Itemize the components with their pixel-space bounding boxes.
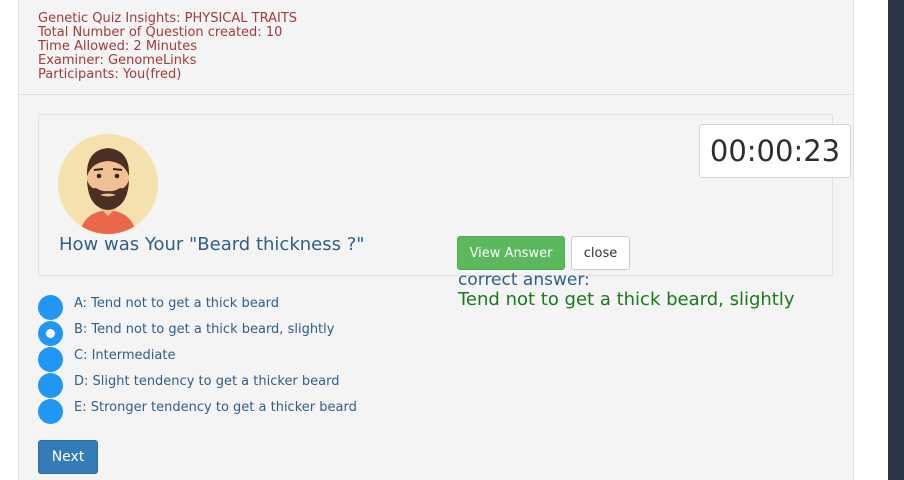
option-b[interactable]: B: Tend not to get a thick beard, slight… [38, 321, 458, 347]
question-text: How was Your "Beard thickness ?" [59, 234, 365, 255]
option-d[interactable]: D: Slight tendency to get a thicker bear… [38, 373, 458, 399]
radio-option-c[interactable] [38, 347, 63, 372]
page-gutter [870, 0, 888, 480]
close-button[interactable]: close [571, 236, 630, 270]
correct-answer-value: Tend not to get a thick beard, slightly [458, 289, 795, 310]
option-e[interactable]: E: Stronger tendency to get a thicker be… [38, 399, 458, 425]
option-c[interactable]: C: Intermediate [38, 347, 458, 373]
quiz-title: Genetic Quiz Insights: PHYSICAL TRAITS [38, 11, 298, 26]
time-allowed: Time Allowed: 2 Minutes [38, 39, 197, 54]
participants: Participants: You(fred) [38, 67, 182, 82]
radio-option-e[interactable] [38, 399, 63, 424]
correct-answer-label: correct answer: [458, 270, 590, 290]
radio-option-d[interactable] [38, 373, 63, 398]
next-button[interactable]: Next [38, 440, 98, 474]
radio-option-a[interactable] [38, 295, 63, 320]
option-c-label: C: Intermediate [74, 348, 176, 363]
countdown-timer: 00:00:23 [699, 124, 851, 178]
bearded-man-avatar-icon [58, 134, 158, 234]
side-dark-strip [888, 0, 904, 480]
divider [18, 94, 852, 95]
option-e-label: E: Stronger tendency to get a thicker be… [74, 400, 357, 415]
option-a[interactable]: A: Tend not to get a thick beard [38, 295, 458, 321]
option-a-label: A: Tend not to get a thick beard [74, 296, 280, 311]
examiner: Examiner: GenomeLinks [38, 53, 197, 68]
option-b-label: B: Tend not to get a thick beard, slight… [74, 322, 335, 337]
option-d-label: D: Slight tendency to get a thicker bear… [74, 374, 340, 389]
radio-option-b[interactable] [38, 321, 63, 346]
question-count: Total Number of Question created: 10 [38, 25, 283, 40]
quiz-info: Genetic Quiz Insights: PHYSICAL TRAITS T… [38, 12, 297, 82]
view-answer-button[interactable]: View Answer [457, 236, 565, 270]
